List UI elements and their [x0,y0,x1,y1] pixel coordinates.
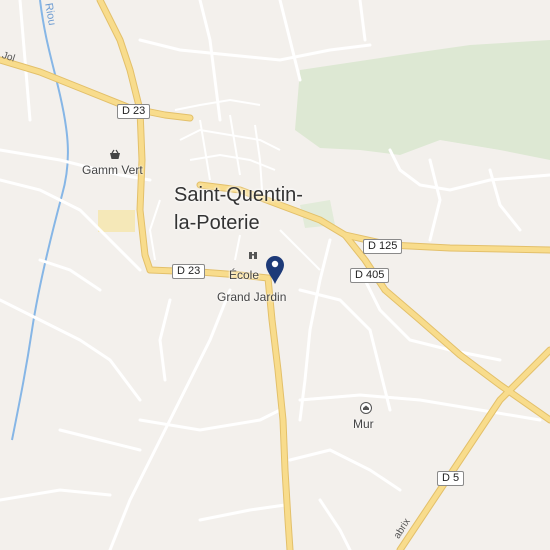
road-shield-d405: D 405 [350,268,390,283]
road-shield-d23-south: D 23 [172,264,206,279]
forest-area [295,40,550,160]
poi-grand-jardin-label[interactable]: Grand Jardin [217,290,286,304]
poi-mur-label[interactable]: Mur [353,417,374,431]
map-canvas[interactable] [0,0,550,550]
monument-icon[interactable] [360,402,372,414]
shopping-basket-icon[interactable] [110,149,120,159]
town-name-line2[interactable]: la-Poterie [174,210,260,236]
road-shield-d5: D 5 [437,471,465,486]
poi-ecole-label[interactable]: École [229,268,259,282]
town-name-line1[interactable]: Saint-Quentin- [174,182,303,208]
school-icon[interactable] [249,252,257,259]
poi-gamm-vert-label[interactable]: Gamm Vert [82,163,143,177]
yellow-area [98,210,135,232]
road-shield-d23-north: D 23 [117,104,151,119]
road-shield-d125: D 125 [363,239,403,254]
